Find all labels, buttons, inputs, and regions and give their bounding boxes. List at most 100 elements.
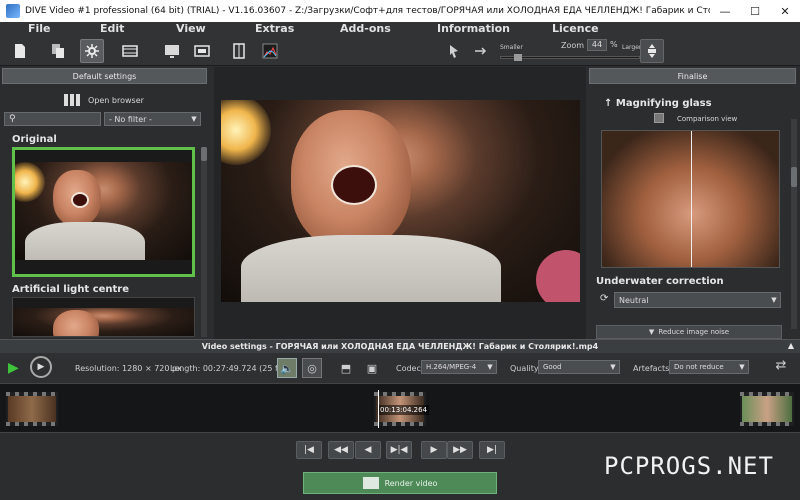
resize-icon[interactable]: ⬒ xyxy=(336,358,356,378)
grid-icon xyxy=(64,94,80,106)
go-to-end-icon[interactable]: ▶| xyxy=(479,441,505,459)
default-settings-button[interactable]: Default settings xyxy=(2,68,207,84)
histogram-icon[interactable] xyxy=(258,39,282,63)
toolbar: Smaller Zoom 44 % Larger xyxy=(0,36,800,66)
new-file-icon[interactable] xyxy=(8,39,32,63)
cursor-icon[interactable] xyxy=(442,39,466,63)
fit-screen-icon[interactable] xyxy=(640,39,664,63)
dual-view-icon[interactable] xyxy=(190,39,214,63)
refresh-icon[interactable]: ⟳ xyxy=(600,293,608,304)
comparison-divider[interactable] xyxy=(691,131,692,267)
triangle-up-icon[interactable]: ▲ xyxy=(788,341,794,350)
zoom-value-field[interactable]: 44 xyxy=(587,39,607,51)
search-icon: ⚲ xyxy=(9,114,16,124)
artefacts-value: Do not reduce xyxy=(674,363,724,371)
step-back-icon[interactable]: ◀ xyxy=(355,441,381,459)
filter-dropdown[interactable]: - No filter - ▼ xyxy=(104,112,201,126)
underwater-value: Neutral xyxy=(619,295,649,305)
arrows-icon[interactable] xyxy=(468,39,492,63)
menu-edit[interactable]: Edit xyxy=(100,22,124,35)
maximize-button[interactable]: ☐ xyxy=(740,5,770,18)
minimize-button[interactable]: — xyxy=(710,5,740,18)
video-settings-header: Video settings - ГОРЯЧАЯ или ХОЛОДНАЯ ЕД… xyxy=(0,339,800,353)
open-browser-label: Open browser xyxy=(88,95,144,105)
chevron-down-icon: ▼ xyxy=(487,363,493,371)
go-to-start-icon[interactable]: |◀ xyxy=(296,441,322,459)
split-view-icon[interactable] xyxy=(227,39,251,63)
main-preview-image[interactable] xyxy=(221,100,580,302)
reduce-noise-label: Reduce image noise xyxy=(658,328,730,336)
chevron-down-icon: ▼ xyxy=(610,363,616,371)
original-image xyxy=(15,162,192,260)
playhead[interactable] xyxy=(378,390,379,428)
left-panel: Default settings Open browser ⚲ - No fil… xyxy=(2,67,211,339)
video-controls-row: ▶ ▶ Resolution: 1280 × 720 px Length: 00… xyxy=(0,353,800,383)
artificial-light-label: Artificial light centre xyxy=(12,284,130,295)
filmstrip-icon[interactable] xyxy=(118,39,142,63)
open-browser-button[interactable]: Open browser xyxy=(64,94,144,106)
app-icon xyxy=(6,4,20,18)
quality-value: Good xyxy=(543,363,562,371)
magnifier-view[interactable] xyxy=(601,130,780,268)
artificial-light-thumbnail[interactable] xyxy=(12,297,195,337)
monitor-icon[interactable] xyxy=(160,39,184,63)
settings-gear-icon[interactable] xyxy=(80,39,104,63)
right-scrollbar-thumb[interactable] xyxy=(791,167,797,187)
arrow-up-icon: ↑ xyxy=(604,98,613,109)
swap-arrows-icon[interactable]: ⇄ xyxy=(770,358,792,378)
length-text: Length: 00:27:49.724 (25 fps) xyxy=(170,364,291,373)
render-video-button[interactable]: Render video xyxy=(303,472,497,494)
underwater-correction-label: Underwater correction xyxy=(596,276,724,287)
timeline-thumbnail-start xyxy=(8,396,56,422)
left-scrollbar-thumb[interactable] xyxy=(201,147,207,161)
menu-view[interactable]: View xyxy=(176,22,206,35)
left-scrollbar[interactable] xyxy=(201,147,207,337)
audio-source-icon[interactable]: ◎ xyxy=(302,358,322,378)
right-scrollbar[interactable] xyxy=(791,119,797,329)
comparison-view-label: Comparison view xyxy=(677,115,738,123)
artificial-light-image xyxy=(13,308,194,336)
reduce-noise-button[interactable]: ▼ Reduce image noise xyxy=(596,325,782,339)
magnifying-glass-label: ↑ Magnifying glass xyxy=(604,98,712,109)
original-label: Original xyxy=(12,134,57,145)
video-settings-title: Video settings - ГОРЯЧАЯ или ХОЛОДНАЯ ЕД… xyxy=(201,342,599,351)
filter-value: - No filter - xyxy=(109,114,152,124)
main-preview-area xyxy=(214,67,586,339)
play-all-icon[interactable]: ▶ xyxy=(30,356,52,378)
center-marker-icon[interactable]: ▶|◀ xyxy=(386,441,412,459)
timeline: 00:13:04.264 xyxy=(0,383,800,433)
right-panel: Finalise ↑ Magnifying glass Comparison v… xyxy=(588,67,798,339)
chevron-down-icon: ▼ xyxy=(739,363,745,371)
copy-icon[interactable] xyxy=(46,39,70,63)
menu-file[interactable]: File xyxy=(28,22,51,35)
zoom-slider-track[interactable] xyxy=(500,54,640,61)
menu-bar: File Edit View Extras Add-ons Informatio… xyxy=(0,22,800,36)
zoom-unit: % xyxy=(610,40,618,49)
quality-dropdown[interactable]: Good ▼ xyxy=(538,360,620,374)
menu-licence[interactable]: Licence xyxy=(552,22,599,35)
codec-value: H.264/MPEG-4 xyxy=(426,363,477,371)
timecode-label: 00:13:04.264 xyxy=(378,405,430,415)
finalise-button[interactable]: Finalise xyxy=(589,68,796,84)
codec-label: Codec: xyxy=(396,364,424,373)
codec-dropdown[interactable]: H.264/MPEG-4 ▼ xyxy=(421,360,497,374)
step-forward-icon[interactable]: ▶ xyxy=(421,441,447,459)
original-thumbnail[interactable] xyxy=(12,147,195,277)
menu-addons[interactable]: Add-ons xyxy=(340,22,391,35)
audio-speaker-icon[interactable]: 🔈 xyxy=(277,358,297,378)
underwater-dropdown[interactable]: Neutral ▼ xyxy=(614,292,781,308)
close-button[interactable]: ✕ xyxy=(770,5,800,18)
window-title: DIVE Video #1 professional (64 bit) (TRI… xyxy=(25,6,710,16)
play-icon[interactable]: ▶ xyxy=(8,360,19,376)
resolution-text: Resolution: 1280 × 720 px xyxy=(75,364,182,373)
rewind-icon[interactable]: ◀◀ xyxy=(328,441,354,459)
menu-extras[interactable]: Extras xyxy=(255,22,294,35)
magnifying-glass-text: Magnifying glass xyxy=(615,98,712,109)
search-input[interactable]: ⚲ xyxy=(4,112,101,126)
menu-information[interactable]: Information xyxy=(437,22,510,35)
comparison-view-checkbox[interactable] xyxy=(654,113,664,123)
crop-icon[interactable]: ▣ xyxy=(362,358,382,378)
artefacts-dropdown[interactable]: Do not reduce ▼ xyxy=(669,360,749,374)
zoom-slider-thumb[interactable] xyxy=(514,54,522,61)
fast-forward-icon[interactable]: ▶▶ xyxy=(447,441,473,459)
